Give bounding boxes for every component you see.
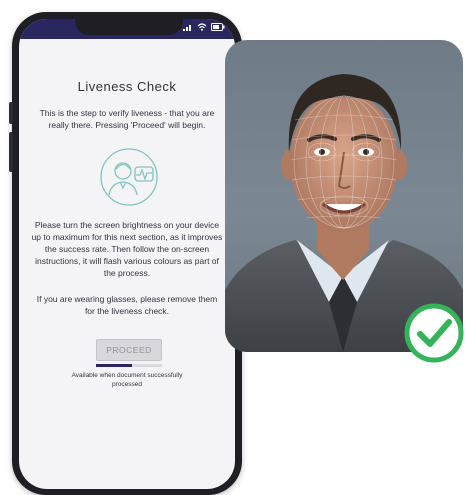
proceed-button[interactable]: PROCEED bbox=[96, 339, 162, 361]
intro-text: This is the step to verify liveness - th… bbox=[39, 108, 215, 130]
status-bar bbox=[19, 19, 235, 39]
person-heartbeat-icon bbox=[99, 147, 159, 207]
phone-screen: Liveness Check This is the step to verif… bbox=[19, 19, 235, 489]
page-title: Liveness Check bbox=[77, 79, 177, 94]
signal-icon bbox=[183, 23, 193, 33]
phone-volume-button bbox=[9, 102, 13, 124]
upload-progress-bar bbox=[96, 364, 162, 367]
liveness-content: Liveness Check This is the step to verif… bbox=[19, 39, 235, 489]
status-icons bbox=[183, 23, 225, 33]
brightness-instructions: Please turn the screen brightness on you… bbox=[31, 220, 223, 278]
battery-icon bbox=[211, 23, 225, 33]
phone-frame: Liveness Check This is the step to verif… bbox=[9, 12, 242, 495]
wifi-icon bbox=[197, 23, 207, 33]
availability-note: Available when document successfully pro… bbox=[71, 372, 183, 388]
upload-progress-fill bbox=[96, 364, 133, 367]
phone-side-button bbox=[9, 132, 13, 172]
checkmark-circle-icon bbox=[403, 302, 465, 364]
phone-notch bbox=[75, 19, 183, 35]
glasses-note: If you are wearing glasses, please remov… bbox=[36, 294, 218, 316]
